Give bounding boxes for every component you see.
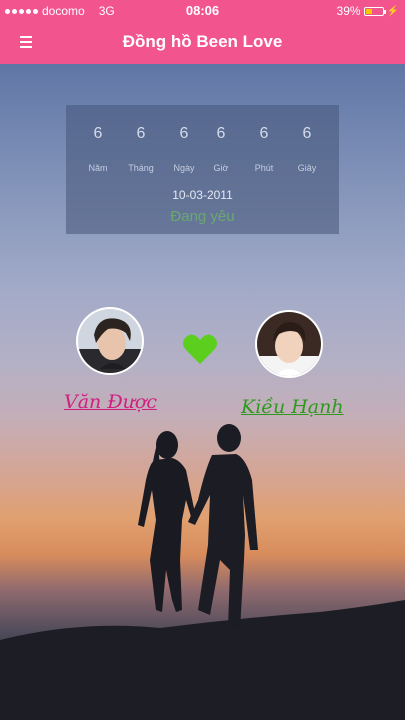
- avatar-photo-left: [78, 309, 142, 373]
- love-counter-panel: 6 Năm 6 Tháng 6 Ngày 6 Giờ 6 Phút 6 Giây 10-03-2011…: [66, 105, 339, 234]
- counter-label: Giây: [297, 163, 317, 173]
- counter-value: 6: [302, 125, 312, 142]
- left-person-name[interactable]: Văn Được: [64, 391, 157, 413]
- heart-icon[interactable]: [183, 333, 217, 365]
- app-title: Đồng hồ Been Love: [122, 32, 283, 51]
- relationship-status: Đang yêu: [170, 208, 235, 225]
- battery-percent: 39%: [336, 4, 361, 18]
- battery-icon: [363, 6, 386, 16]
- status-bar: docomo 3G 08:06 39% ⚡: [0, 0, 405, 22]
- status-bar-right: 39% ⚡: [337, 4, 399, 18]
- left-person-avatar[interactable]: [76, 307, 144, 375]
- start-date: 10-03-2011: [172, 188, 233, 202]
- app-screen: docomo 3G 08:06 39% ⚡ Đồng hồ Been Love …: [0, 0, 405, 720]
- app-bar: Đồng hồ Been Love: [0, 22, 405, 64]
- battery-level-fill: [365, 8, 372, 14]
- right-person-name[interactable]: Kiều Hạnh: [241, 396, 344, 418]
- charging-icon: ⚡: [386, 5, 399, 17]
- right-person-avatar[interactable]: [255, 310, 323, 378]
- avatar-photo-right: [257, 312, 321, 376]
- counter-unit: 6 Giây: [282, 105, 332, 185]
